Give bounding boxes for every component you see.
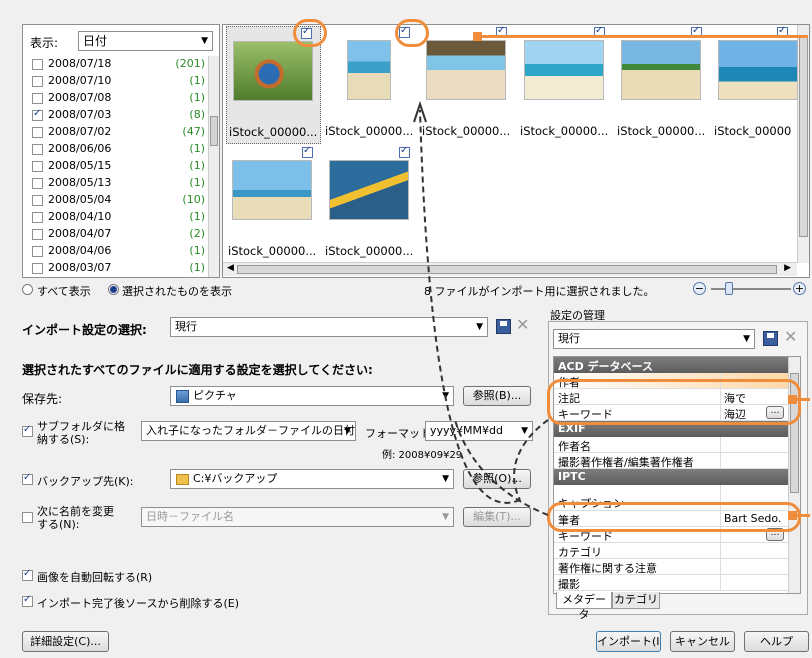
annotation-arrows	[413, 100, 549, 516]
